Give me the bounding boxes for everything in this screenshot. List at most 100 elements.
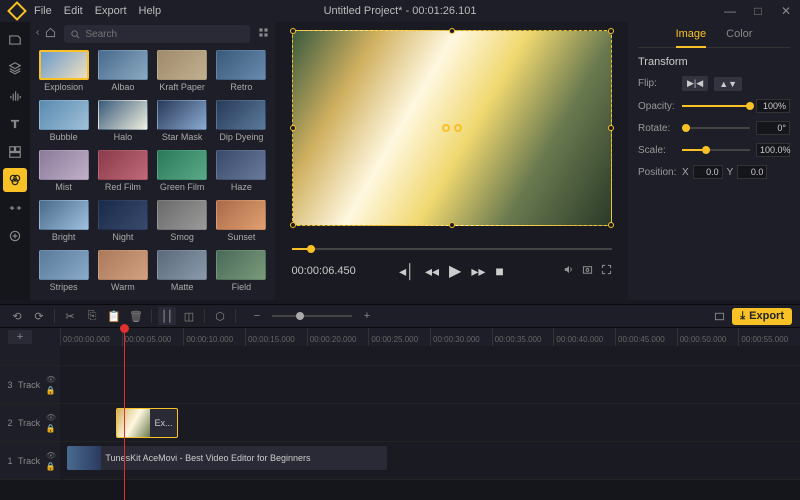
effect-item[interactable]: Explosion (36, 50, 91, 96)
ruler-tick: 00:00:30.000 (430, 328, 492, 346)
visibility-icon[interactable]: 👁 (46, 451, 56, 460)
menu-help[interactable]: Help (139, 5, 162, 17)
effect-item[interactable]: Haze (214, 150, 269, 196)
prev-frame-icon[interactable]: ◂◂ (425, 263, 439, 280)
marker-button[interactable]: ⬡ (211, 307, 229, 325)
opacity-slider[interactable] (682, 105, 750, 107)
menu-file[interactable]: File (34, 5, 52, 17)
effect-item[interactable]: Bubble (36, 100, 91, 146)
grid-view-icon[interactable] (258, 27, 269, 41)
split-button[interactable]: ⎮⎮ (158, 307, 176, 325)
effect-item[interactable]: Halo (95, 100, 150, 146)
effect-item[interactable]: Mist (36, 150, 91, 196)
add-track-button[interactable]: + (8, 330, 32, 344)
effect-item[interactable]: Star Mask (155, 100, 210, 146)
handle-top-left[interactable] (290, 28, 296, 34)
sidebar-layers[interactable] (3, 56, 27, 80)
visibility-icon[interactable]: 👁 (46, 375, 56, 384)
preview-scrubber[interactable] (292, 244, 612, 254)
effect-item[interactable]: Albao (95, 50, 150, 96)
effect-item[interactable]: Matte (155, 250, 210, 296)
back-icon[interactable]: ‹ (36, 27, 39, 41)
timeline-clip[interactable]: TunesKit AceMovi - Best Video Editor for… (67, 446, 387, 470)
sidebar-elements[interactable] (3, 224, 27, 248)
snapshot-icon[interactable] (582, 264, 593, 278)
effect-item[interactable]: Bright (36, 200, 91, 246)
volume-icon[interactable] (563, 264, 574, 278)
visibility-icon[interactable]: 👁 (46, 413, 56, 422)
track-body[interactable] (60, 366, 800, 403)
handle-bot-right[interactable] (608, 222, 614, 228)
handle-mid-left[interactable] (290, 125, 296, 131)
home-icon[interactable] (45, 27, 56, 41)
effect-item[interactable]: Field (214, 250, 269, 296)
stop-icon[interactable]: ■ (495, 263, 503, 279)
fullscreen-icon[interactable] (601, 264, 612, 278)
play-icon[interactable]: ▶ (449, 261, 461, 281)
sidebar-templates[interactable] (3, 140, 27, 164)
center-handle[interactable] (442, 124, 462, 132)
effect-item[interactable]: Night (95, 200, 150, 246)
menu-export[interactable]: Export (95, 5, 127, 17)
playhead[interactable] (124, 328, 125, 500)
handle-top-right[interactable] (608, 28, 614, 34)
paste-button[interactable]: 📋 (105, 307, 123, 325)
sidebar-text[interactable] (3, 112, 27, 136)
zoom-slider[interactable] (272, 315, 352, 317)
effect-item[interactable]: Dip Dyeing (214, 100, 269, 146)
sidebar-transitions[interactable] (3, 196, 27, 220)
opacity-value[interactable]: 100% (756, 99, 790, 113)
zoom-in-button[interactable]: + (358, 307, 376, 325)
flip-vertical-button[interactable]: ▲▼ (714, 77, 742, 91)
tab-color[interactable]: Color (726, 28, 752, 43)
scale-value[interactable]: 100.0% (756, 143, 790, 157)
preview-canvas[interactable] (292, 30, 612, 226)
effect-item[interactable]: Green Film (155, 150, 210, 196)
handle-mid-right[interactable] (608, 125, 614, 131)
timeline-ruler[interactable]: + 00:00:00.00000:00:05.00000:00:10.00000… (0, 328, 800, 346)
zoom-out-button[interactable]: − (248, 307, 266, 325)
position-x-value[interactable]: 0.0 (693, 165, 723, 179)
crop-button[interactable]: ◫ (180, 307, 198, 325)
effect-item[interactable]: Kraft Paper (155, 50, 210, 96)
track-body[interactable]: TunesKit AceMovi - Best Video Editor for… (60, 442, 800, 479)
scale-slider[interactable] (682, 149, 750, 151)
sidebar-audio[interactable] (3, 84, 27, 108)
track-body[interactable]: Ex... (60, 404, 800, 441)
menu-edit[interactable]: Edit (64, 5, 83, 17)
rotate-slider[interactable] (682, 127, 750, 129)
tab-image[interactable]: Image (676, 28, 707, 48)
handle-bot-left[interactable] (290, 222, 296, 228)
effect-item[interactable]: Stripes (36, 250, 91, 296)
next-frame-icon[interactable]: ▸▸ (471, 263, 485, 280)
search-input[interactable] (85, 29, 244, 40)
delete-button[interactable]: 🗑 (127, 307, 145, 325)
close-button[interactable]: ✕ (776, 4, 796, 18)
render-button[interactable] (710, 307, 728, 325)
lock-icon[interactable]: 🔒 (46, 386, 56, 395)
handle-bot-center[interactable] (449, 222, 455, 228)
handle-top-center[interactable] (449, 28, 455, 34)
jump-start-icon[interactable]: ◂│ (399, 263, 415, 280)
sidebar-filters[interactable] (3, 168, 27, 192)
cut-button[interactable]: ✂ (61, 307, 79, 325)
lock-icon[interactable]: 🔒 (46, 424, 56, 433)
minimize-button[interactable]: — (720, 4, 740, 18)
effect-item[interactable]: Red Film (95, 150, 150, 196)
export-button[interactable]: ⤓Export (732, 308, 792, 325)
lock-icon[interactable]: 🔒 (46, 462, 56, 471)
effect-item[interactable]: Retro (214, 50, 269, 96)
effect-item[interactable]: Warm (95, 250, 150, 296)
sidebar-media[interactable] (3, 28, 27, 52)
copy-button[interactable]: ⎘ (83, 307, 101, 325)
track-header: 2 Track 👁🔒 (0, 404, 60, 441)
effect-item[interactable]: Smog (155, 200, 210, 246)
undo-button[interactable]: ⟲ (8, 307, 26, 325)
redo-button[interactable]: ⟳ (30, 307, 48, 325)
effect-item[interactable]: Sunset (214, 200, 269, 246)
flip-horizontal-button[interactable]: ▶|◀ (682, 76, 708, 91)
search-field[interactable] (64, 25, 250, 43)
rotate-value[interactable]: 0° (756, 121, 790, 135)
position-y-value[interactable]: 0.0 (737, 165, 767, 179)
maximize-button[interactable]: □ (748, 4, 768, 18)
